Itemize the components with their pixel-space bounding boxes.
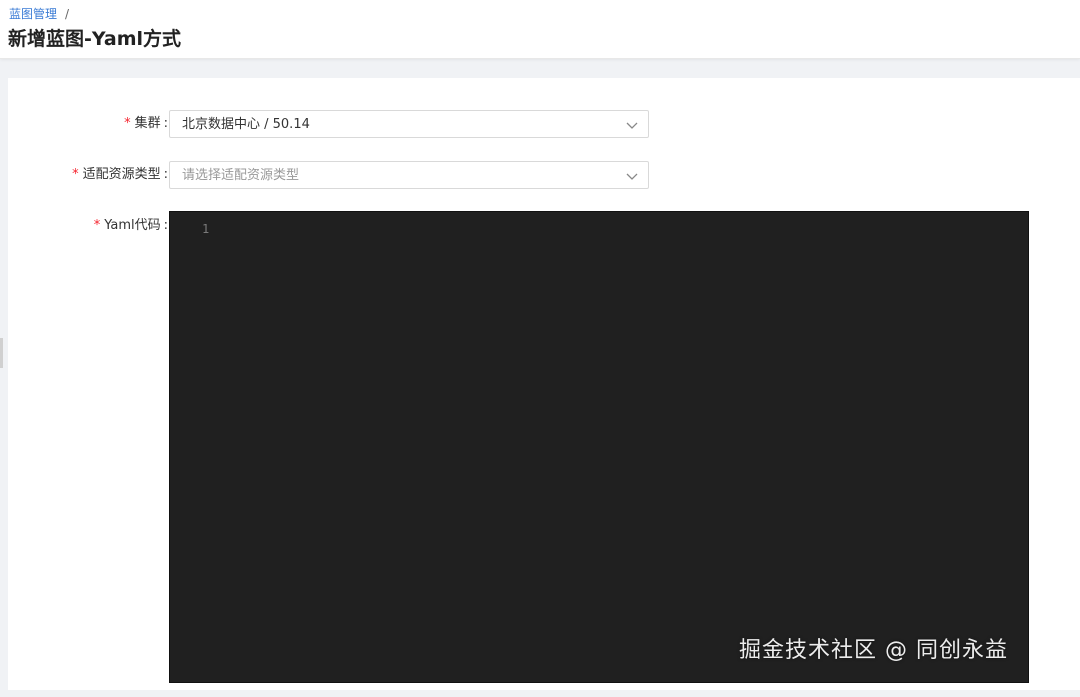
chevron-down-icon	[626, 173, 638, 180]
yaml-code-editor[interactable]: 1 掘金技术社区 @ 同创永益	[169, 211, 1029, 683]
label-colon: :	[163, 167, 168, 182]
breadcrumb: 蓝图管理 /	[9, 6, 69, 22]
yaml-code-label: * Yaml代码:	[94, 211, 168, 241]
cluster-select[interactable]: 北京数据中心 / 50.14	[169, 110, 649, 138]
cluster-label-text: 集群	[134, 116, 161, 131]
required-mark: *	[124, 116, 131, 131]
chevron-down-icon	[626, 122, 638, 129]
page-title: 新增蓝图-Yaml方式	[8, 28, 182, 50]
breadcrumb-separator: /	[65, 7, 70, 21]
breadcrumb-item-blueprint-management[interactable]: 蓝图管理	[9, 6, 57, 22]
required-mark: *	[72, 167, 79, 182]
form-panel: * 集群: 北京数据中心 / 50.14 * 适配资源类型: 请选择适配资源类型 *…	[8, 78, 1080, 690]
label-colon: :	[163, 116, 168, 131]
resource-type-label-text: 适配资源类型	[82, 167, 161, 182]
required-mark: *	[93, 218, 101, 233]
watermark: 掘金技术社区 @ 同创永益	[739, 638, 1008, 663]
resource-type-select-placeholder: 请选择适配资源类型	[182, 168, 300, 183]
yaml-code-label-text: Yaml代码	[104, 218, 161, 233]
resource-type-select[interactable]: 请选择适配资源类型	[169, 161, 649, 189]
cluster-label: * 集群:	[124, 109, 168, 139]
cluster-select-value: 北京数据中心 / 50.14	[182, 117, 310, 132]
editor-line-number: 1	[202, 222, 210, 236]
resource-type-label: * 适配资源类型:	[72, 160, 168, 190]
page-header: 蓝图管理 / 新增蓝图-Yaml方式	[0, 0, 1080, 59]
sidebar-collapse-handle[interactable]	[0, 338, 3, 368]
label-colon: :	[163, 218, 168, 233]
